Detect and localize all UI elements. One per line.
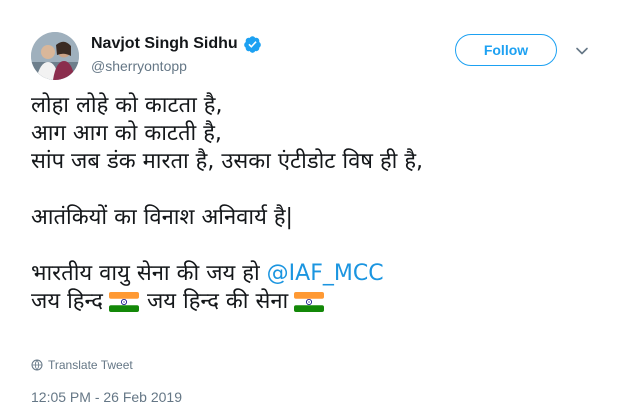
tweet-line: आतंकियों का विनाश अनिवार्य है| [31,205,293,230]
follow-button[interactable]: Follow [455,34,557,66]
display-name[interactable]: Navjot Singh Sidhu [91,35,238,53]
globe-icon [31,359,43,371]
tweet-line: जय हिन्द की सेना [146,289,289,314]
tweet-line: सांप जब डंक मारता है, उसका एंटीडोट विष ह… [31,149,424,174]
tweet-line-with-flags: जय हिन्द जय हिन्द की सेना [31,288,601,316]
tweet-card: Navjot Singh Sidhu @sherryontopp Follow … [0,0,621,414]
user-handle[interactable]: @sherryontopp [91,58,187,74]
user-name-row: Navjot Singh Sidhu [91,33,262,55]
tweet-line: लोहा लोहे को काटता है, [31,93,223,118]
india-flag-icon [108,292,139,320]
tweet-line: जय हिन्द [31,289,103,314]
tweet-line-with-mention: भारतीय वायु सेना की जय हो @IAF_MCC [31,260,601,288]
chevron-down-icon[interactable] [575,44,589,58]
tweet-timestamp[interactable]: 12:05 PM - 26 Feb 2019 [31,389,182,405]
translate-tweet-link[interactable]: Translate Tweet [31,358,133,372]
avatar[interactable] [31,32,79,80]
india-flag-icon [294,292,325,320]
verified-badge-icon [243,35,262,54]
tweet-line: भारतीय वायु सेना की जय हो [31,261,260,286]
translate-tweet-label: Translate Tweet [48,358,133,372]
tweet-text: लोहा लोहे को काटता है, आग आग को काटती है… [31,92,601,316]
tweet-line: आग आग को काटती है, [31,121,222,146]
mention-link[interactable]: @IAF_MCC [267,261,384,286]
